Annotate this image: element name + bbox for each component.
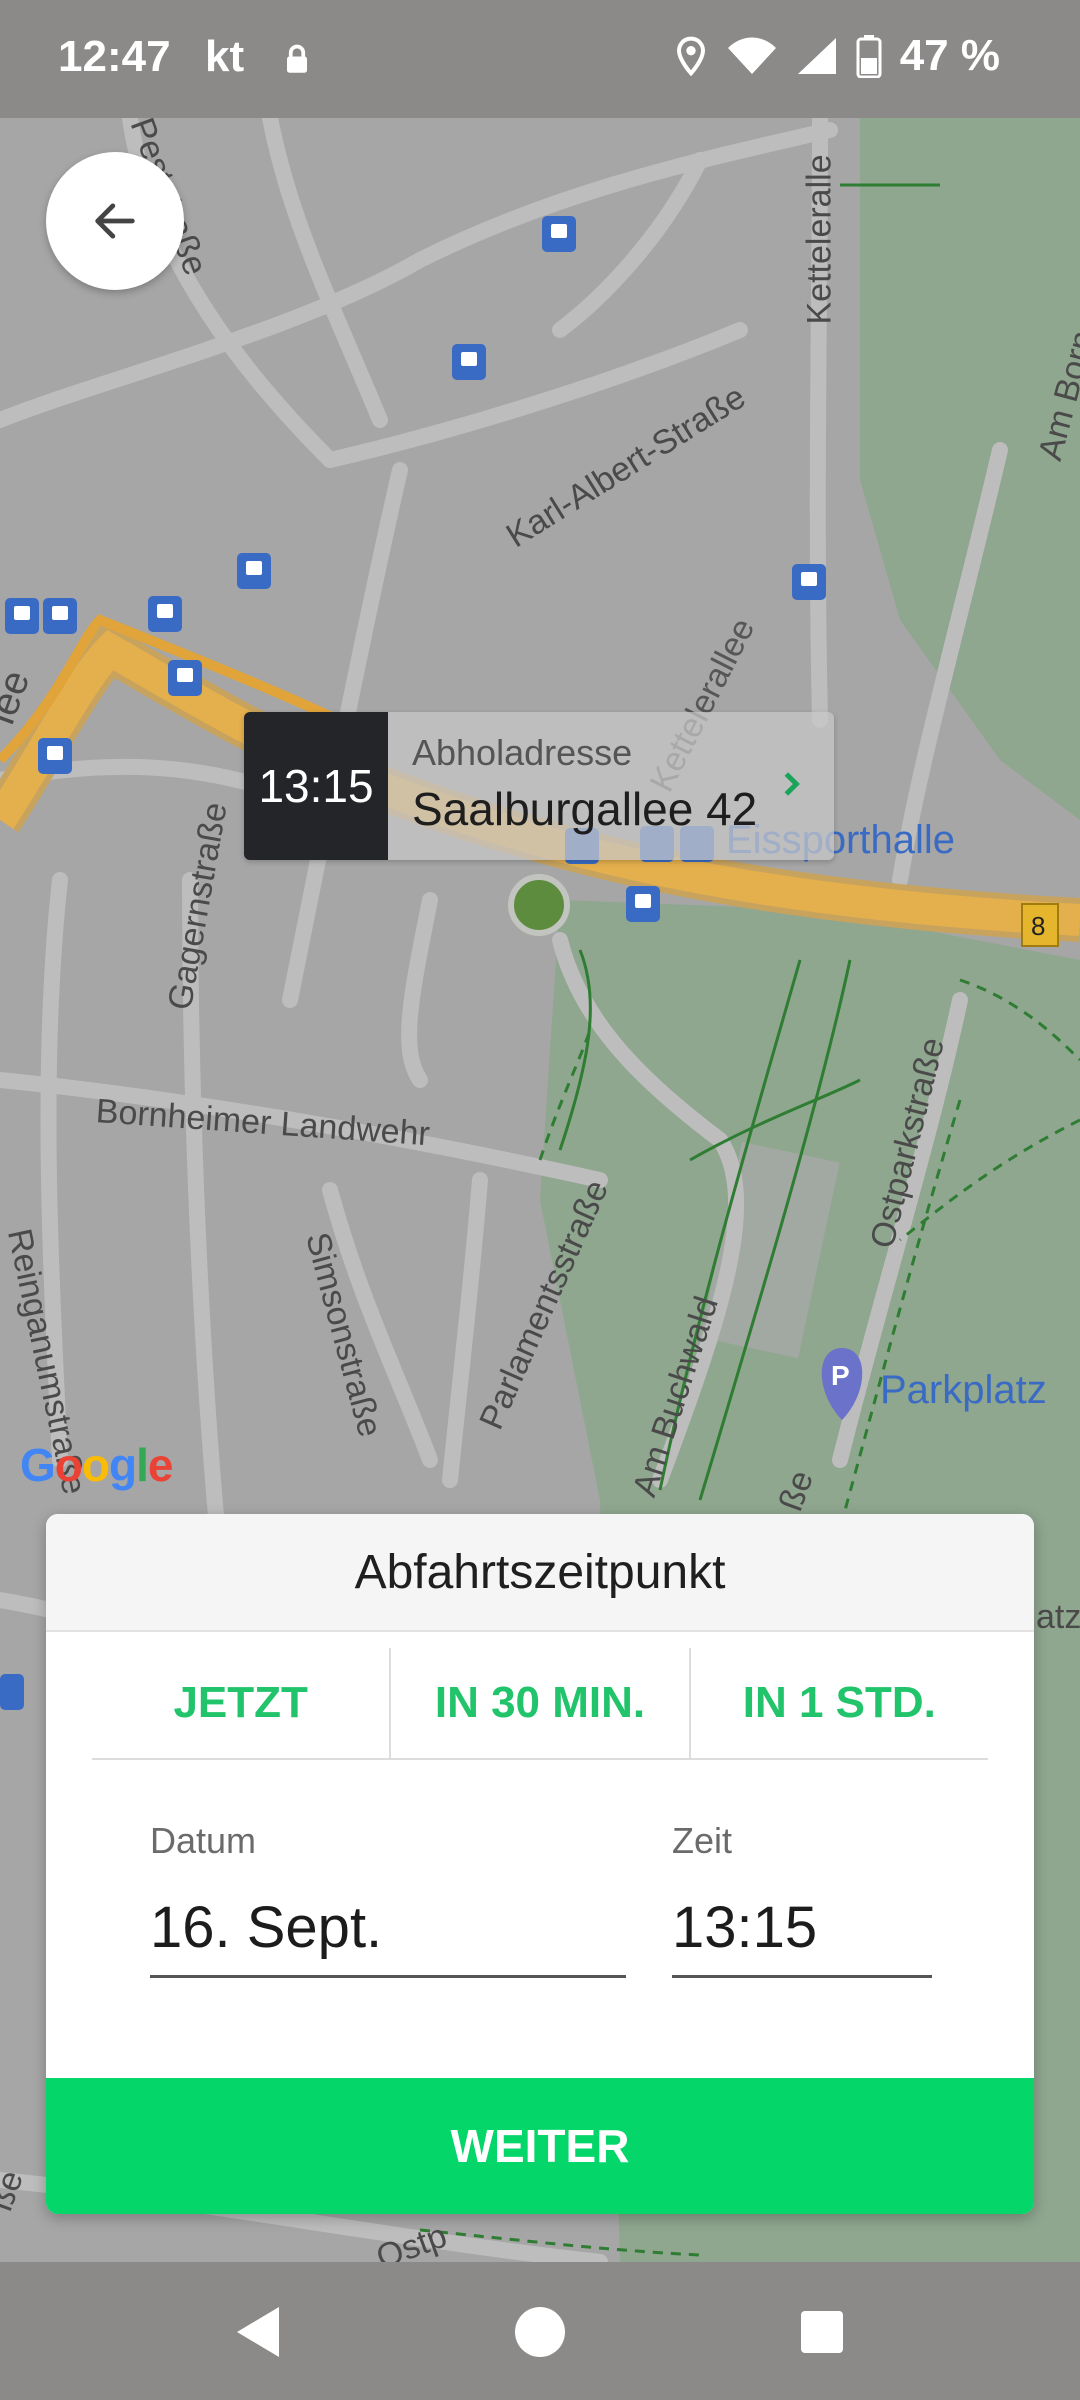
status-bar: 12:47 kt 47 % (0, 0, 1080, 118)
departure-time-sheet: Abfahrtszeitpunkt JETZT IN 30 MIN. IN 1 … (46, 1514, 1034, 2214)
location-pin (508, 874, 570, 936)
svg-text:P: P (831, 1360, 850, 1391)
option-1-hour[interactable]: IN 1 STD. (688, 1648, 988, 1758)
pickup-label: Abholadresse (412, 732, 633, 773)
poi-label: Parkplatz (880, 1368, 1047, 1412)
location-icon (676, 36, 705, 76)
navigation-bar (0, 2262, 1080, 2400)
street-label: atz (1036, 1598, 1080, 1636)
sheet-title: Abfahrtszeitpunkt (46, 1514, 1034, 1632)
nav-recents-button[interactable] (782, 2292, 862, 2372)
status-time: 12:47 (58, 32, 171, 81)
nav-back-button[interactable] (218, 2292, 298, 2372)
pickup-time: 13:15 (244, 712, 388, 860)
wifi-icon (727, 37, 776, 74)
street-label: Ketteleralle (800, 154, 839, 325)
quick-time-options: JETZT IN 30 MIN. IN 1 STD. (92, 1648, 988, 1760)
nav-home-icon (515, 2307, 565, 2357)
lock-icon (287, 44, 307, 73)
carrier-label: kt (205, 32, 245, 81)
nav-recents-icon (801, 2311, 843, 2353)
continue-button[interactable]: WEITER (46, 2078, 1034, 2214)
highway-shield-label: 8 (1031, 911, 1045, 941)
option-30-min[interactable]: IN 30 MIN. (389, 1648, 688, 1758)
chevron-right-icon (784, 772, 800, 796)
battery-percentage: 47 % (899, 31, 1000, 80)
time-label: Zeit (672, 1820, 733, 1861)
signal-icon (797, 38, 836, 74)
google-logo: Google (20, 1439, 173, 1491)
option-now[interactable]: JETZT (92, 1648, 389, 1758)
nav-back-icon (237, 2307, 279, 2357)
date-label: Datum (150, 1820, 257, 1861)
date-field[interactable]: 16. Sept. (150, 1894, 626, 1978)
pickup-address-card[interactable]: 13:15 Abholadresse Saalburgallee 42 (244, 712, 834, 860)
nav-home-button[interactable] (500, 2292, 580, 2372)
time-field[interactable]: 13:15 (672, 1894, 932, 1978)
battery-icon (856, 35, 882, 78)
pickup-address: Saalburgallee 42 (412, 783, 758, 835)
arrow-back-icon (95, 203, 135, 239)
back-button[interactable] (46, 152, 184, 290)
